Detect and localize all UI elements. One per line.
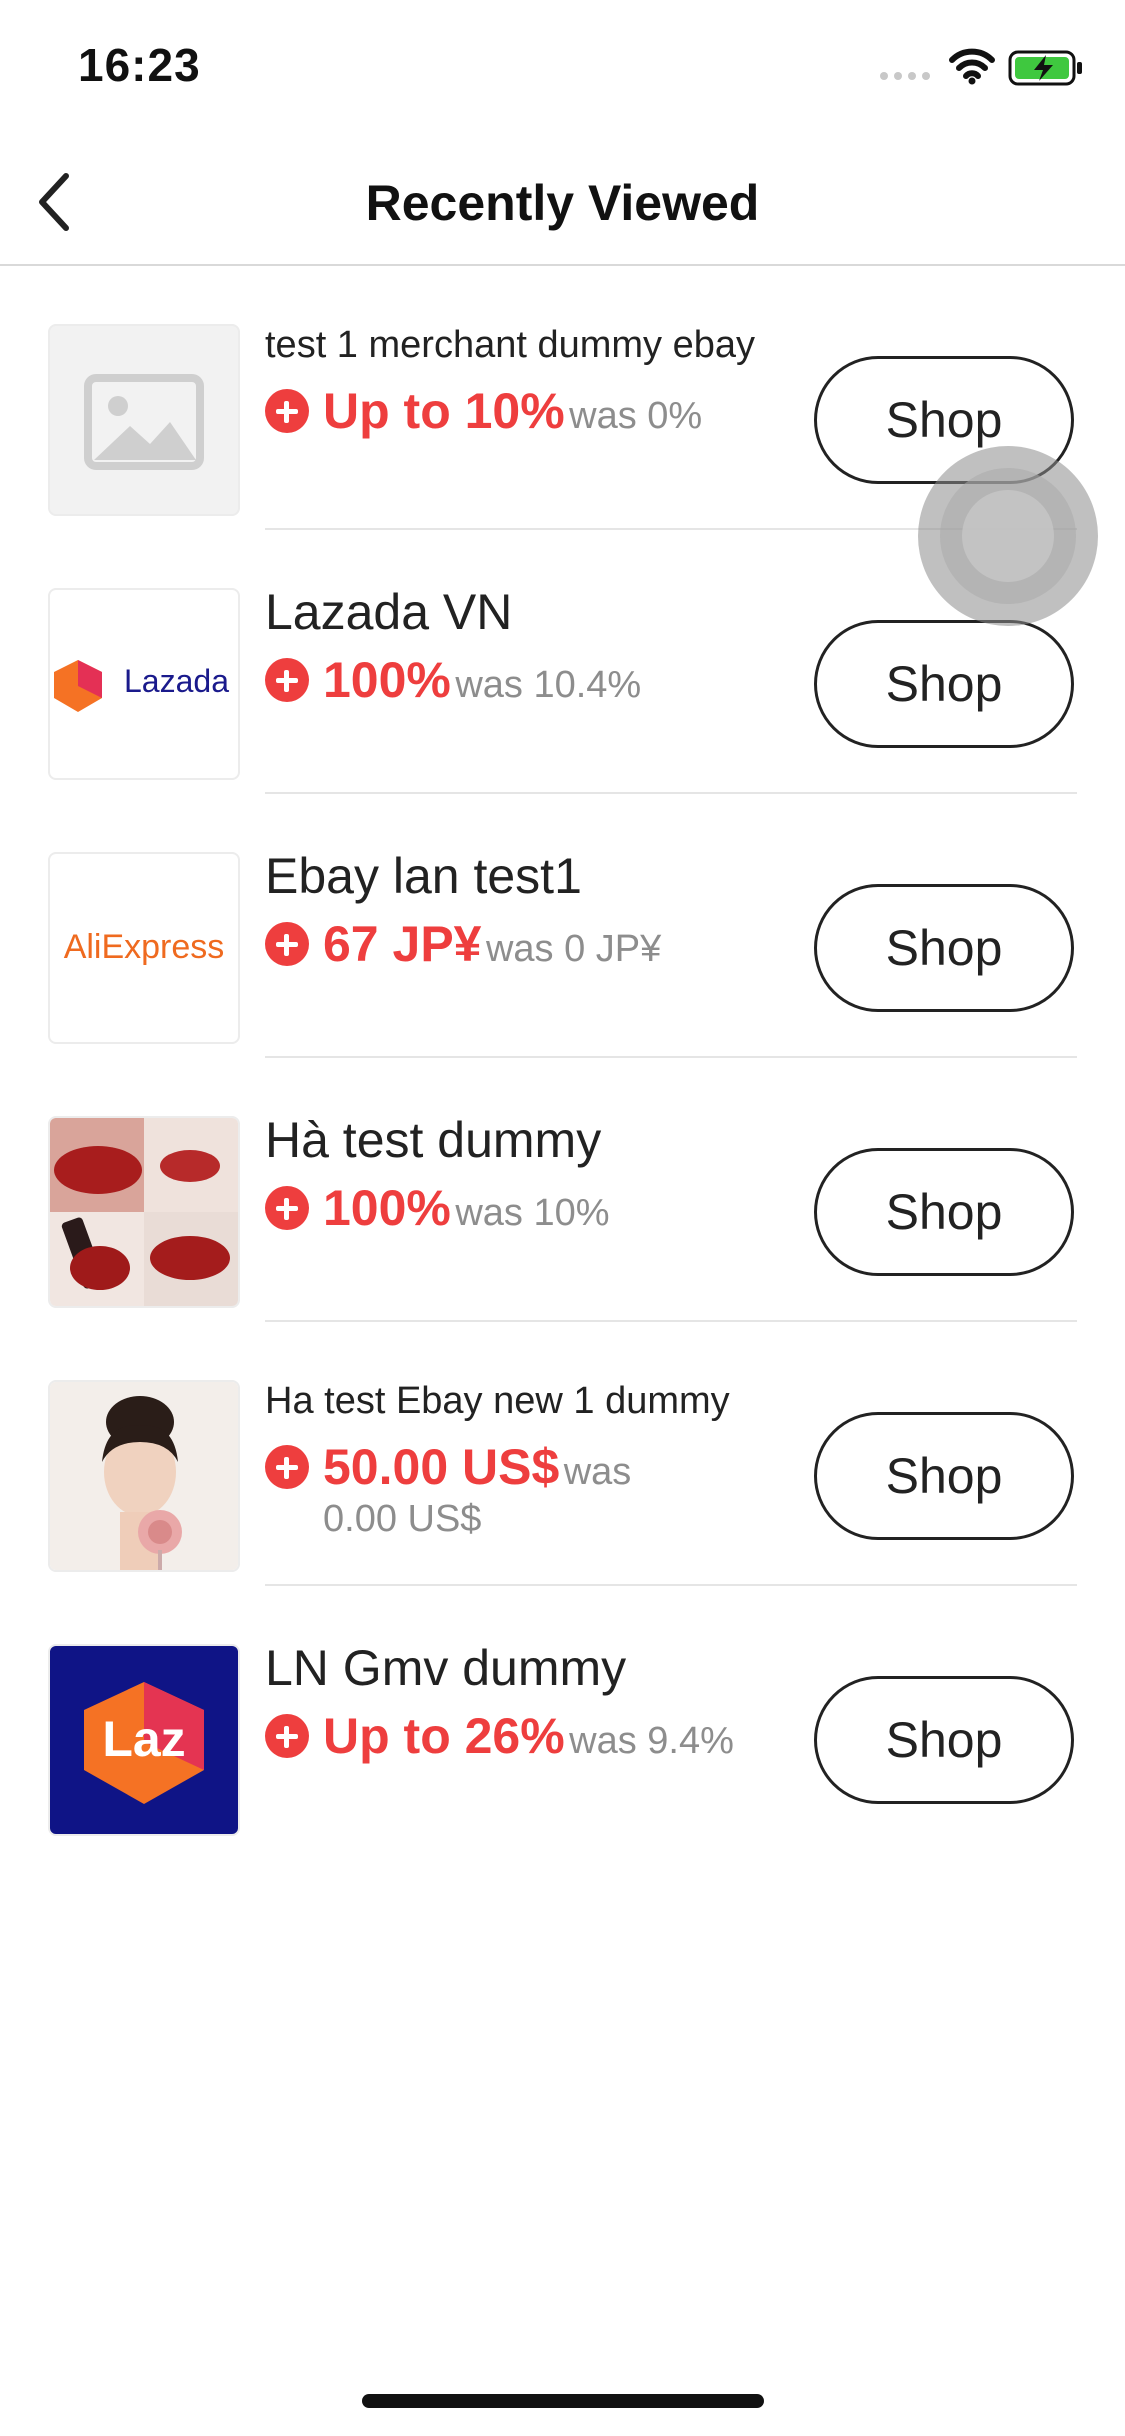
cashback-rate: 50.00 US$: [323, 1439, 560, 1496]
plus-icon: [265, 389, 309, 434]
lazada-logo: Lazada: [48, 588, 240, 780]
shop-button[interactable]: Shop: [814, 620, 1074, 748]
plus-icon: [265, 1714, 309, 1758]
wifi-icon: [949, 48, 995, 85]
touch-indicator: [918, 446, 1098, 626]
merchant-name: Lazada VN: [265, 584, 513, 640]
plus-icon: [265, 922, 309, 966]
merchant-name: test 1 merchant dummy ebay: [265, 324, 755, 366]
previous-rate: was 10.4%: [455, 664, 642, 706]
merchant-name: LN Gmv dummy: [265, 1640, 627, 1696]
shop-button[interactable]: Shop: [814, 1412, 1074, 1540]
plus-icon: [265, 1445, 309, 1490]
nav-header: Recently Viewed: [0, 140, 1125, 266]
merchant-name: Ha test Ebay new 1 dummy: [265, 1380, 730, 1422]
previous-rate: was 9.4%: [569, 1720, 734, 1762]
cashback-rate: Up to 10%: [323, 383, 565, 440]
battery-charging-icon: [1008, 50, 1082, 86]
shop-button[interactable]: Shop: [814, 1148, 1074, 1276]
list-item[interactable]: Ha test Ebay new 1 dummy 50.00 US$ was 0…: [0, 1322, 1125, 1586]
page-title: Recently Viewed: [365, 175, 760, 231]
home-indicator[interactable]: [362, 2394, 764, 2408]
aliexpress-logo: AliExpress: [48, 852, 240, 1044]
image-placeholder-icon: [48, 324, 240, 516]
status-bar: 16:23: [0, 0, 1125, 140]
signal-icon: [880, 72, 932, 82]
previous-rate: was 0%: [569, 395, 703, 438]
cashback-rate: Up to 26%: [323, 1708, 565, 1764]
lazada-logo-text: Lazada: [124, 663, 229, 699]
cashback-rate: 67 JP¥: [323, 916, 482, 972]
merchant-name: Ebay lan test1: [265, 848, 582, 904]
list-item[interactable]: Hà test dummy 100% was 10% Shop: [0, 1058, 1125, 1322]
cashback-rate: 100%: [323, 652, 451, 708]
aliexpress-logo-text: AliExpress: [64, 928, 225, 966]
previous-rate: was 10%: [455, 1192, 610, 1234]
status-time: 16:23: [78, 39, 201, 91]
previous-rate: was 0 JP¥: [485, 928, 662, 970]
shop-button[interactable]: Shop: [814, 884, 1074, 1012]
shop-button[interactable]: Shop: [814, 1676, 1074, 1804]
list-item[interactable]: AliExpress Ebay lan test1 67 JP¥ was 0 J…: [0, 794, 1125, 1058]
list-item[interactable]: Laz LN Gmv dummy Up to 26% was 9.4% Shop: [0, 1586, 1125, 1850]
laz-logo-text: Laz: [102, 1711, 185, 1767]
laz-logo: Laz: [48, 1644, 240, 1836]
merchant-name: Hà test dummy: [265, 1112, 602, 1168]
cashback-rate: 100%: [323, 1180, 451, 1236]
plus-icon: [265, 1186, 309, 1230]
plus-icon: [265, 658, 309, 702]
lipstick-photo: [48, 1116, 240, 1308]
portrait-photo: [48, 1380, 240, 1572]
